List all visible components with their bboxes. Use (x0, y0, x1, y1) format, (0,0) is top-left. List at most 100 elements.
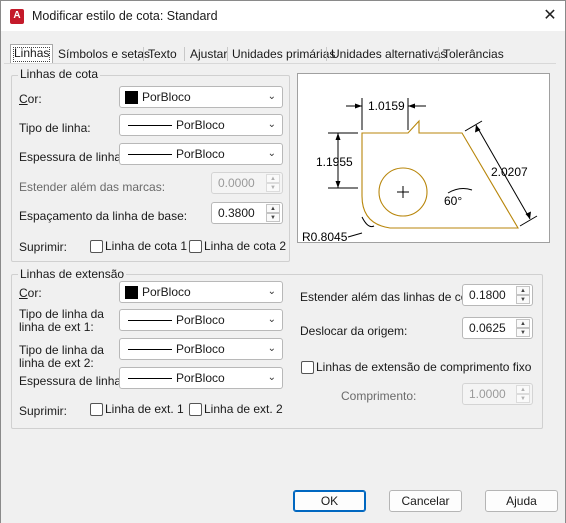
chevron-down-icon: ⌄ (267, 119, 276, 130)
dim-color-label: Cor: (19, 92, 42, 106)
tab-tolerancias[interactable]: Tolerâncias (439, 45, 508, 64)
ext-linetype2-label-line2: linha de ext 2: (19, 356, 94, 370)
preview-panel: 1.0159 1.1955 2.0207 60° R0.8045 (297, 73, 550, 244)
ext-linetype2-value: PorBloco (176, 342, 225, 356)
tab-unidades-alternativas[interactable]: Unidades alternativas (327, 45, 450, 64)
ext-offset-spinner[interactable]: 0.0625 ▲ ▼ (462, 317, 533, 339)
tab-ajustar[interactable]: Ajustar (186, 45, 231, 64)
dim-baseline-label: Espaçamento da linha de base: (19, 209, 188, 223)
dim-suppress-2-label[interactable]: Linha de cota 2 (204, 239, 286, 253)
ext-length-value: 1.0000 (469, 387, 506, 401)
help-button[interactable]: Ajuda (485, 490, 558, 512)
ext-length-spinner[interactable]: 1.0000 ▲ ▼ (462, 383, 533, 405)
chevron-down-icon: ⌄ (267, 91, 276, 102)
ext-lineweight-value: PorBloco (176, 371, 225, 385)
ext-extend-value: 0.1800 (469, 288, 506, 302)
spinner-up-icon[interactable]: ▲ (516, 286, 530, 295)
ext-color-label: Cor: (19, 286, 42, 300)
preview-radius: R0.8045 (302, 230, 348, 242)
tab-simbolos-e-setas[interactable]: Símbolos e setas (54, 45, 154, 64)
preview-dim-right: 2.0207 (491, 165, 528, 179)
dialog-window: A Modificar estilo de cota: Standard ✕ L… (0, 0, 566, 523)
close-icon[interactable]: ✕ (537, 6, 563, 28)
spinner-up-icon[interactable]: ▲ (516, 319, 530, 328)
linetype-sample (128, 320, 172, 321)
spinner-up-icon[interactable]: ▲ (516, 385, 530, 394)
spinner-up-icon[interactable]: ▲ (266, 204, 280, 213)
dim-baseline-spinner[interactable]: 0.3800 ▲ ▼ (211, 202, 283, 224)
ext-offset-value: 0.0625 (469, 321, 506, 335)
linetype-sample (128, 349, 172, 350)
dim-color-select[interactable]: PorBloco ⌄ (119, 86, 283, 108)
ext-fixed-length-label[interactable]: Linhas de extensão de comprimento fixo (316, 360, 531, 374)
ext-linetype2-select[interactable]: PorBloco ⌄ (119, 338, 283, 360)
spinner-down-icon[interactable]: ▼ (516, 394, 530, 403)
title-bar: A Modificar estilo de cota: Standard ✕ (1, 1, 565, 31)
ext-lineweight-label: Espessura de linha: (19, 374, 125, 388)
dim-color-value: PorBloco (142, 90, 191, 104)
dim-linetype-value: PorBloco (176, 118, 225, 132)
spinner-down-icon[interactable]: ▼ (266, 213, 280, 222)
lineweight-sample (128, 154, 172, 155)
dim-lineweight-label: Espessura de linha: (19, 150, 125, 164)
ext-extend-label: Estender além das linhas de cota: (300, 290, 481, 304)
chevron-down-icon: ⌄ (267, 372, 276, 383)
ext-color-select[interactable]: PorBloco ⌄ (119, 281, 283, 303)
dialog-footer: OK Cancelar Ajuda (1, 487, 565, 523)
tab-unidades-primarias[interactable]: Unidades primárias (228, 45, 339, 64)
ext-linetype2-label: Tipo de linha da linha de ext 2: (19, 344, 104, 370)
ext-offset-label: Deslocar da origem: (300, 324, 408, 338)
dim-suppress-2-checkbox[interactable] (189, 240, 202, 253)
dimension-preview-drawing: 1.0159 1.1955 2.0207 60° R0.8045 (302, 98, 538, 244)
spinner-up-icon[interactable]: ▲ (266, 174, 280, 183)
dim-extend-value: 0.0000 (218, 176, 255, 190)
dim-baseline-value: 0.3800 (218, 206, 255, 220)
dim-suppress-1-checkbox[interactable] (90, 240, 103, 253)
linetype-sample (128, 125, 172, 126)
ext-linetype1-select[interactable]: PorBloco ⌄ (119, 309, 283, 331)
spinner-down-icon[interactable]: ▼ (516, 295, 530, 304)
spinner-down-icon[interactable]: ▼ (266, 183, 280, 192)
preview-dim-top: 1.0159 (368, 99, 405, 113)
chevron-down-icon: ⌄ (267, 343, 276, 354)
dim-extend-spinner[interactable]: 0.0000 ▲ ▼ (211, 172, 283, 194)
autocad-app-icon: A (10, 9, 24, 24)
preview-angle: 60° (444, 194, 462, 208)
ext-color-value: PorBloco (142, 285, 191, 299)
dim-extend-label: Estender além das marcas: (19, 180, 166, 194)
ok-button[interactable]: OK (293, 490, 366, 512)
dim-linetype-label: Tipo de linha: (19, 121, 91, 135)
spinner-down-icon[interactable]: ▼ (516, 328, 530, 337)
ext-linetype1-label: Tipo de linha da linha de ext 1: (19, 308, 104, 334)
dim-linetype-select[interactable]: PorBloco ⌄ (119, 114, 283, 136)
ext-lines-group-label: Linhas de extensão (18, 267, 127, 281)
chevron-down-icon: ⌄ (267, 314, 276, 325)
tab-linhas[interactable]: Linhas (10, 44, 54, 65)
ext-lineweight-select[interactable]: PorBloco ⌄ (119, 367, 283, 389)
ext-length-label: Comprimento: (341, 389, 417, 403)
color-swatch (125, 286, 138, 299)
ext-suppress-1-label[interactable]: Linha de ext. 1 (105, 402, 184, 416)
ext-linetype1-value: PorBloco (176, 313, 225, 327)
ext-suppress-2-label[interactable]: Linha de ext. 2 (204, 402, 283, 416)
ext-extend-spinner[interactable]: 0.1800 ▲ ▼ (462, 284, 533, 306)
ext-suppress-2-checkbox[interactable] (189, 403, 202, 416)
window-title: Modificar estilo de cota: Standard (32, 9, 218, 23)
lineweight-sample (128, 378, 172, 379)
chevron-down-icon: ⌄ (267, 286, 276, 297)
dim-suppress-label: Suprimir: (19, 240, 68, 254)
dim-lineweight-select[interactable]: PorBloco ⌄ (119, 143, 283, 165)
color-swatch (125, 91, 138, 104)
preview-dim-left: 1.1955 (316, 155, 353, 169)
tab-separator (184, 47, 185, 61)
ext-suppress-1-checkbox[interactable] (90, 403, 103, 416)
ext-fixed-length-checkbox[interactable] (301, 361, 314, 374)
dim-lines-group-label: Linhas de cota (18, 67, 101, 81)
ext-suppress-label: Suprimir: (19, 404, 68, 418)
chevron-down-icon: ⌄ (267, 148, 276, 159)
ext-linetype1-label-line2: linha de ext 1: (19, 320, 94, 334)
dim-lineweight-value: PorBloco (176, 147, 225, 161)
dim-suppress-1-label[interactable]: Linha de cota 1 (105, 239, 187, 253)
tab-texto[interactable]: Texto (144, 45, 181, 64)
cancel-button[interactable]: Cancelar (389, 490, 462, 512)
